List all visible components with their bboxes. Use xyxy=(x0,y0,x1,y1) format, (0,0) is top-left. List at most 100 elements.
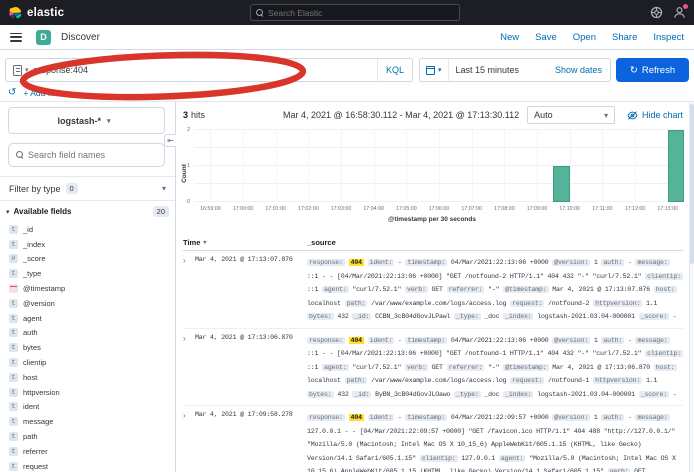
field-badge: timestamp: xyxy=(405,259,447,266)
x-tick-label: 17:12:00 xyxy=(625,206,646,212)
hide-chart-button[interactable]: Hide chart xyxy=(627,110,683,120)
field-item-httpversion[interactable]: thttpversion xyxy=(6,385,171,400)
show-dates-button[interactable]: Show dates xyxy=(555,65,610,75)
action-share[interactable]: Share xyxy=(612,32,637,43)
saved-query-icon[interactable] xyxy=(13,65,22,76)
highlighted-value: 404 xyxy=(349,259,364,266)
field-badge: _index: xyxy=(503,313,533,320)
field-value: localhost xyxy=(307,300,341,307)
field-badge: auth: xyxy=(601,414,624,421)
filter-by-type-button[interactable]: Filter by type 0 ▾ xyxy=(0,176,175,201)
global-search-box[interactable] xyxy=(250,4,460,21)
expand-row-icon[interactable]: › xyxy=(183,411,195,472)
string-field-icon: t xyxy=(9,417,18,426)
field-badge: _score: xyxy=(639,313,669,320)
field-item-clientip[interactable]: tclientip xyxy=(6,355,171,370)
chevron-down-icon[interactable]: ▾ xyxy=(6,208,10,216)
field-item-_type[interactable]: t_type xyxy=(6,266,171,281)
menu-icon[interactable] xyxy=(10,33,22,42)
field-item-request[interactable]: trequest xyxy=(6,459,171,472)
x-tick-label: 17:03:00 xyxy=(331,206,352,212)
expand-row-icon[interactable]: › xyxy=(183,256,195,324)
chevron-down-icon: ▾ xyxy=(162,184,166,193)
query-bar: ▾ KQL ▾ Last 15 minutes Show dates ↻ Ref… xyxy=(0,50,694,102)
sort-desc-icon: ▾ xyxy=(203,239,206,246)
expand-row-icon[interactable]: › xyxy=(183,334,195,402)
field-badge: path: xyxy=(345,377,368,384)
date-field-icon xyxy=(9,284,18,293)
discover-page: elastic D Discover NewSaveOpenShare xyxy=(0,0,694,472)
source-column-header: _source xyxy=(307,238,336,247)
field-badge: @version: xyxy=(552,259,590,266)
collapse-sidebar-icon[interactable]: ⇤ xyxy=(164,134,176,147)
add-filter-button[interactable]: + Add filter xyxy=(23,88,63,98)
field-badge: @timestamp: xyxy=(503,364,548,371)
gridline xyxy=(243,130,244,202)
field-badge: ident: xyxy=(368,337,395,344)
field-value: 04/Mar/2021:22:13:06 +0000 xyxy=(451,259,549,266)
action-inspect[interactable]: Inspect xyxy=(653,32,684,43)
field-item-referrer[interactable]: treferrer xyxy=(6,444,171,459)
field-badge: message: xyxy=(635,337,669,344)
field-badge: ident: xyxy=(368,414,395,421)
field-badge: verb: xyxy=(608,468,631,472)
field-value: GET xyxy=(432,286,443,293)
field-item-_id[interactable]: t_id xyxy=(6,222,171,237)
field-item-bytes[interactable]: tbytes xyxy=(6,340,171,355)
field-name: bytes xyxy=(23,343,41,352)
field-value: - xyxy=(628,337,632,344)
action-new[interactable]: New xyxy=(500,32,519,43)
field-search-input[interactable] xyxy=(28,150,157,160)
field-item-@timestamp[interactable]: @timestamp xyxy=(6,281,171,296)
field-item-_index[interactable]: t_index xyxy=(6,237,171,252)
action-save[interactable]: Save xyxy=(535,32,557,43)
user-avatar[interactable] xyxy=(673,6,686,19)
scrollbar-thumb[interactable] xyxy=(690,104,694,264)
query-input[interactable] xyxy=(34,65,377,75)
index-pattern-select[interactable]: logstash-* ▾ xyxy=(8,107,165,134)
gridline xyxy=(504,130,505,202)
histogram-bar[interactable] xyxy=(553,166,569,202)
x-tick-label: 16:59:00 xyxy=(200,206,221,212)
field-item-_score[interactable]: #_score xyxy=(6,252,171,267)
action-open[interactable]: Open xyxy=(573,32,596,43)
field-item-ident[interactable]: tident xyxy=(6,400,171,415)
y-tick-label: 1 xyxy=(187,163,190,169)
calendar-button[interactable]: ▾ xyxy=(420,59,449,81)
string-field-icon: t xyxy=(9,373,18,382)
global-search-input[interactable] xyxy=(268,8,454,18)
field-value: - xyxy=(398,259,402,266)
field-item-path[interactable]: tpath xyxy=(6,429,171,444)
field-item-@version[interactable]: t@version xyxy=(6,296,171,311)
field-value: - xyxy=(628,259,632,266)
discover-app-icon[interactable]: D xyxy=(36,30,51,45)
field-badge: _score: xyxy=(639,391,669,398)
field-item-agent[interactable]: tagent xyxy=(6,311,171,326)
histogram-bar[interactable] xyxy=(668,130,684,202)
query-history-icon[interactable]: ↺ xyxy=(8,88,16,98)
filter-type-count-badge: 0 xyxy=(66,183,78,194)
field-name: _type xyxy=(23,269,41,278)
chevron-down-icon[interactable]: ▾ xyxy=(25,66,29,74)
interval-select[interactable]: Auto ▾ xyxy=(527,106,615,124)
field-badge: referrer: xyxy=(447,286,485,293)
refresh-button[interactable]: ↻ Refresh xyxy=(616,58,689,82)
field-search-box[interactable] xyxy=(8,143,165,167)
field-value: Mar 4, 2021 @ 17:13:07.876 xyxy=(552,286,650,293)
field-item-message[interactable]: tmessage xyxy=(6,414,171,429)
help-icon[interactable] xyxy=(650,6,663,19)
time-column-header[interactable]: Time ▾ xyxy=(183,238,307,247)
gridline xyxy=(439,130,440,202)
query-language-button[interactable]: KQL xyxy=(377,59,412,81)
field-name: _index xyxy=(23,240,45,249)
time-range-label[interactable]: Last 15 minutes xyxy=(456,65,520,75)
field-badge: auth: xyxy=(601,337,624,344)
field-value: GET xyxy=(634,468,645,472)
field-value: /var/www/example.com/logs/access.log xyxy=(371,377,506,384)
field-value: /notfound-2 xyxy=(548,300,589,307)
field-badge: ident: xyxy=(368,259,395,266)
gridline xyxy=(210,130,211,202)
field-badge: referrer: xyxy=(447,364,485,371)
field-item-host[interactable]: thost xyxy=(6,370,171,385)
field-item-auth[interactable]: tauth xyxy=(6,326,171,341)
